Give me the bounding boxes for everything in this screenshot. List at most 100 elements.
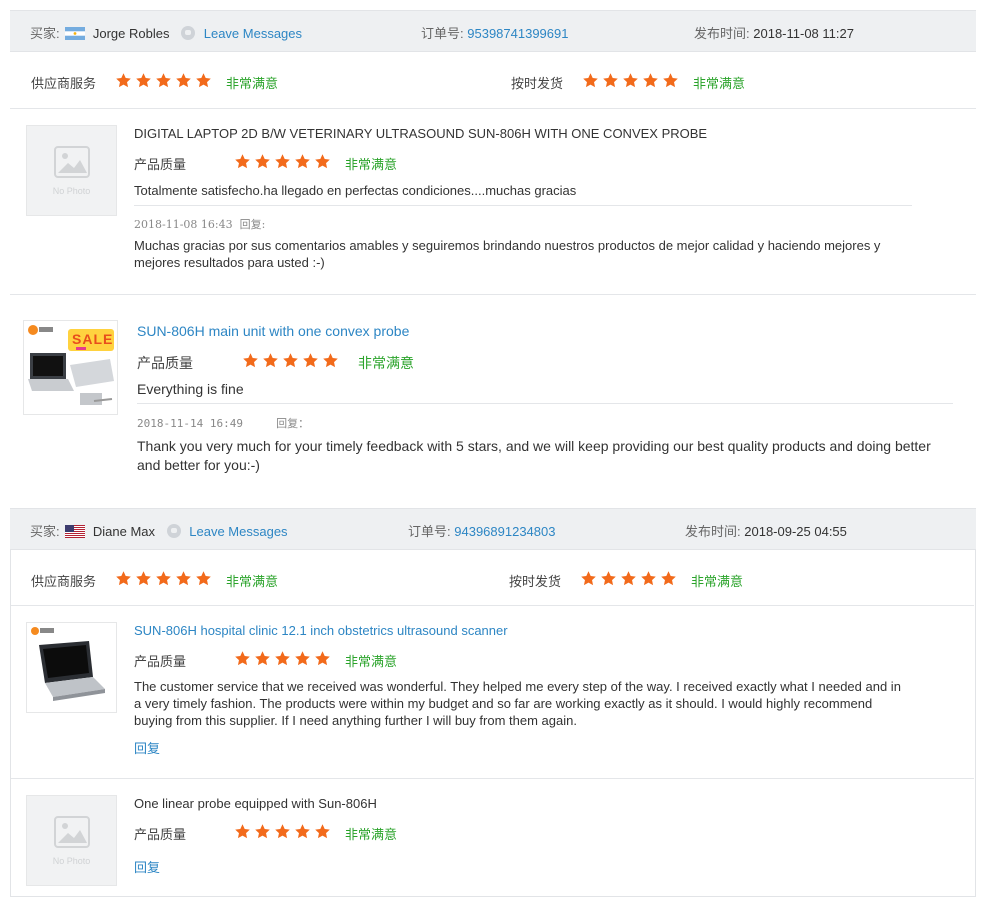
on-time-delivery-label: 按时发货: [509, 574, 562, 589]
seller-reply: Thank you very much for your timely feed…: [137, 438, 931, 473]
star-icon: [254, 153, 271, 170]
divider: [134, 205, 912, 206]
star-icon: [582, 72, 599, 89]
divider: [137, 403, 953, 404]
reply-date-value: 2018-11-14 16:49: [137, 417, 243, 430]
reply-label: 回复：: [276, 417, 310, 430]
buyer-info: 买家: Jorge Robles Leave Messages: [30, 23, 302, 42]
order-label: 订单号:: [421, 26, 464, 41]
star-icon: [175, 570, 192, 587]
star-icon: [242, 352, 259, 369]
leave-messages-link[interactable]: Leave Messages: [189, 524, 287, 539]
star-icon: [322, 352, 339, 369]
order-label: 订单号:: [408, 524, 451, 539]
product-quality-stars: [234, 153, 334, 171]
seller-reply: Muchas gracias por sus comentarios amabl…: [134, 238, 881, 270]
buyer-name: Diane Max: [92, 524, 156, 539]
post-time-value: 2018-11-08 11:27: [753, 26, 854, 41]
leave-messages-link[interactable]: Leave Messages: [204, 26, 302, 41]
product-title-link[interactable]: SUN-806H main unit with one convex probe: [137, 323, 409, 339]
divider: [10, 294, 976, 295]
no-photo-text: No Photo: [52, 856, 91, 866]
review-comment: The customer service that we received wa…: [134, 679, 901, 728]
on-time-delivery-rating-text: 非常满意: [691, 574, 744, 589]
no-photo-text: No Photo: [52, 186, 91, 196]
product-quality-stars: [234, 650, 334, 668]
star-icon: [262, 352, 279, 369]
star-icon: [662, 72, 679, 89]
star-icon: [135, 72, 152, 89]
supplier-service-rating-text: 非常满意: [226, 574, 279, 589]
product-title[interactable]: One linear probe equipped with Sun-806H: [134, 796, 377, 811]
star-icon: [234, 153, 251, 170]
product-quality-rating-text: 非常满意: [345, 827, 398, 842]
star-icon: [580, 570, 597, 587]
star-icon: [314, 153, 331, 170]
product-quality-stars: [242, 352, 342, 370]
argentina-flag-icon: [65, 27, 86, 40]
product-thumbnail-placeholder[interactable]: No Photo: [26, 795, 117, 886]
star-icon: [254, 650, 271, 667]
product-title[interactable]: DIGITAL LAPTOP 2D B/W VETERINARY ULTRASO…: [134, 126, 707, 141]
product-quality-label: 产品质量: [134, 157, 187, 172]
star-icon: [622, 72, 639, 89]
order-number-link[interactable]: 94396891234803: [454, 524, 555, 539]
star-icon: [294, 823, 311, 840]
star-icon: [234, 650, 251, 667]
star-icon: [282, 352, 299, 369]
product-thumbnail[interactable]: SALE: [23, 320, 118, 415]
post-time-label: 发布时间:: [694, 26, 750, 41]
on-time-delivery-stars: [580, 570, 680, 588]
reply-date-value: 2018-11-08 16:43: [134, 218, 233, 231]
star-icon: [115, 570, 132, 587]
product-quality-label: 产品质量: [134, 654, 187, 669]
star-icon: [294, 650, 311, 667]
buyer-info: 买家: Diane Max Leave Messages: [30, 521, 288, 540]
supplier-service-stars: [115, 570, 215, 588]
order-info: 订单号: 94396891234803: [408, 521, 555, 540]
product-thumbnail-placeholder[interactable]: No Photo: [26, 125, 117, 216]
star-icon: [640, 570, 657, 587]
product-quality-label: 产品质量: [137, 355, 193, 371]
star-icon: [115, 72, 132, 89]
star-icon: [294, 153, 311, 170]
divider: [11, 605, 974, 606]
review-comment: Everything is fine: [137, 381, 244, 397]
star-icon: [660, 570, 677, 587]
message-icon[interactable]: [166, 524, 181, 538]
order-info: 订单号: 95398741399691: [421, 23, 568, 42]
product-title-link[interactable]: SUN-806H hospital clinic 12.1 inch obste…: [134, 623, 508, 638]
star-icon: [314, 823, 331, 840]
star-icon: [274, 650, 291, 667]
on-time-delivery-rating-text: 非常满意: [693, 76, 746, 91]
reply-label: 回复:: [239, 218, 266, 231]
star-icon: [135, 570, 152, 587]
reply-date: 2018-11-08 16:43 回复:: [134, 216, 265, 232]
product-thumbnail[interactable]: [26, 622, 117, 713]
product-quality-rating-text: 非常满意: [358, 355, 414, 371]
star-icon: [175, 72, 192, 89]
post-time-label: 发布时间:: [685, 524, 741, 539]
star-icon: [195, 72, 212, 89]
star-icon: [274, 153, 291, 170]
divider: [10, 108, 976, 109]
on-time-delivery-label: 按时发货: [511, 76, 564, 91]
reply-link[interactable]: 回复: [134, 857, 160, 876]
product-quality-rating-text: 非常满意: [345, 157, 398, 172]
star-icon: [314, 650, 331, 667]
reply-date: 2018-11-14 16:49 回复：: [137, 415, 309, 431]
image-placeholder-icon: [54, 146, 90, 178]
buyer-label: 买家:: [30, 524, 60, 539]
image-placeholder-icon: [54, 816, 90, 848]
star-icon: [302, 352, 319, 369]
on-time-delivery-stars: [582, 72, 682, 90]
product-quality-rating-text: 非常满意: [345, 654, 398, 669]
star-icon: [620, 570, 637, 587]
product-quality-label: 产品质量: [134, 827, 187, 842]
star-icon: [602, 72, 619, 89]
review-header: 买家: Jorge Robles Leave Messages 订单号: 953…: [10, 10, 976, 52]
message-icon[interactable]: [181, 26, 196, 40]
order-number-link[interactable]: 95398741399691: [467, 26, 568, 41]
sale-badge: SALE: [72, 331, 114, 347]
reply-link[interactable]: 回复: [134, 738, 160, 757]
